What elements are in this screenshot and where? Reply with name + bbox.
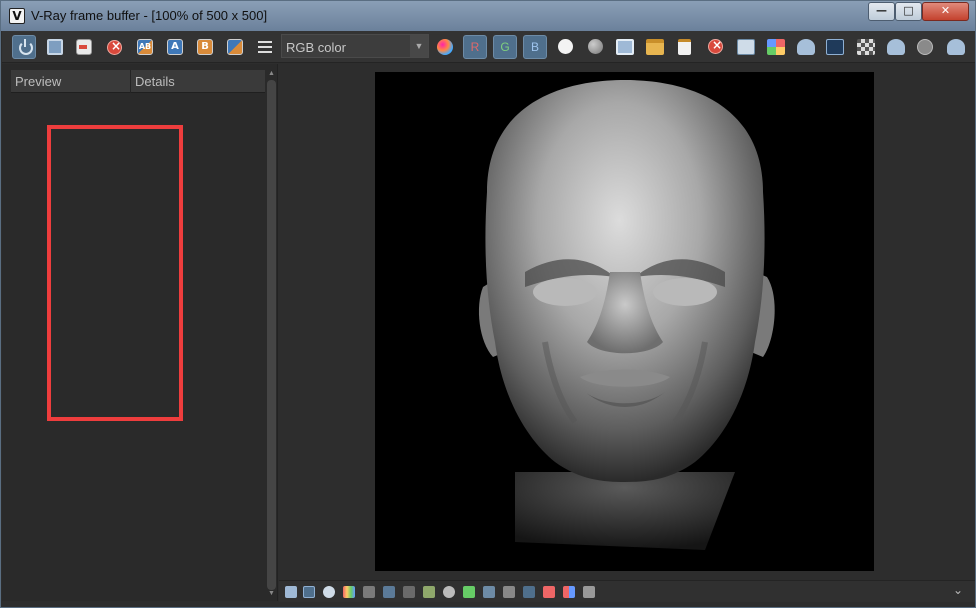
panel-tabs: Preview Details	[11, 70, 265, 93]
scroll-down-icon[interactable]: ▼	[267, 590, 276, 598]
compare-ab-icon[interactable]: AB	[137, 39, 153, 55]
white-balance-icon[interactable]	[463, 586, 475, 598]
compare-switch-icon[interactable]	[227, 39, 243, 55]
tab-preview[interactable]: Preview	[11, 70, 131, 93]
main-toolbar: AB A B RGB color ▼ R G B	[2, 31, 975, 63]
blue-channel-button[interactable]: B	[523, 35, 547, 59]
title-bar[interactable]: V V-Ray frame buffer - [100% of 500 x 50…	[1, 1, 975, 31]
color-balance-icon[interactable]	[343, 586, 355, 598]
split-view-icon[interactable]	[563, 586, 575, 598]
save-image-icon[interactable]	[616, 39, 634, 55]
minimize-button[interactable]: —	[868, 2, 895, 21]
ab-b-icon[interactable]: B	[197, 39, 213, 55]
vfb-window: V V-Ray frame buffer - [100% of 500 x 50…	[0, 0, 976, 608]
vertical-scrollbar[interactable]: ▲ ▼	[266, 70, 277, 600]
teapot-icon[interactable]	[797, 39, 815, 55]
denoise-icon[interactable]	[583, 586, 595, 598]
levels-icon[interactable]	[363, 586, 375, 598]
window-title: V-Ray frame buffer - [100% of 500 x 500]	[31, 8, 268, 23]
track-mouse-icon[interactable]	[767, 39, 785, 55]
bottom-toolbar: ⌄	[279, 580, 975, 602]
close-button[interactable]: ✕	[922, 2, 969, 21]
compare-icon[interactable]	[543, 586, 555, 598]
chevron-down-icon[interactable]: ⌄	[953, 583, 963, 597]
render-head-image	[375, 72, 874, 571]
hue-sat-icon[interactable]	[483, 586, 495, 598]
highlight-rectangle	[47, 125, 183, 421]
curves-icon[interactable]	[383, 586, 395, 598]
history-panel-icon[interactable]	[285, 586, 297, 598]
white-circle-icon[interactable]	[558, 39, 573, 54]
render-interactive-icon[interactable]	[887, 39, 905, 55]
scroll-up-icon[interactable]: ▲	[267, 70, 276, 78]
info-icon[interactable]	[323, 586, 335, 598]
green-channel-button[interactable]: G	[493, 35, 517, 59]
render-icon[interactable]	[947, 39, 965, 55]
chevron-down-icon[interactable]: ▼	[410, 35, 428, 57]
stop-icon[interactable]	[708, 38, 723, 54]
ocio-icon[interactable]	[503, 586, 515, 598]
scrollbar-thumb[interactable]	[267, 80, 276, 590]
checker-icon[interactable]	[857, 39, 875, 55]
lens-effects-icon[interactable]	[826, 39, 844, 55]
load-icon[interactable]	[76, 39, 92, 55]
lut-icon[interactable]	[423, 586, 435, 598]
power-icon[interactable]	[12, 35, 36, 59]
region-icon[interactable]	[737, 39, 755, 55]
ab-a-icon[interactable]: A	[167, 39, 183, 55]
history-panel: Preview Details ▲ ▼	[2, 64, 278, 601]
tab-details[interactable]: Details	[131, 70, 265, 93]
channel-value: RGB color	[286, 40, 346, 55]
vray-logo-icon: V	[9, 8, 25, 24]
head-render-svg	[478, 80, 775, 550]
open-folder-icon[interactable]	[646, 39, 664, 55]
stop-render-icon[interactable]	[917, 39, 933, 55]
red-channel-button[interactable]: R	[463, 35, 487, 59]
clipboard-icon[interactable]	[678, 39, 691, 55]
icc-icon[interactable]	[523, 586, 535, 598]
exposure-icon[interactable]	[443, 586, 455, 598]
clear-icon[interactable]	[107, 39, 122, 55]
channel-dropdown[interactable]: RGB color ▼	[281, 34, 429, 58]
color-corrections-icon[interactable]	[437, 39, 453, 55]
layers-icon[interactable]	[303, 586, 315, 598]
save-icon[interactable]	[47, 39, 63, 55]
menu-icon[interactable]	[258, 41, 272, 53]
render-viewport[interactable]	[279, 64, 975, 580]
histogram-icon[interactable]	[403, 586, 415, 598]
gray-circle-icon[interactable]	[588, 39, 603, 54]
maximize-button[interactable]: □	[895, 2, 922, 21]
